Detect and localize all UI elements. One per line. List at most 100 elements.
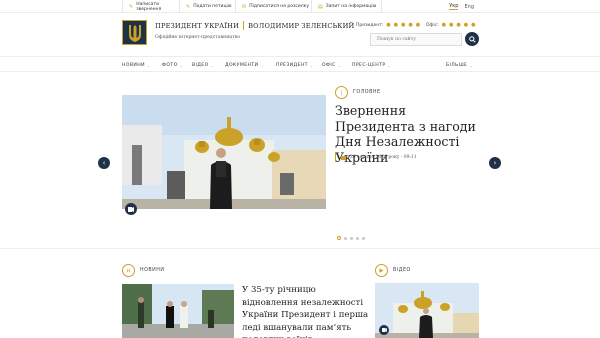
news-photo[interactable] [122,284,234,338]
video-icon: ▶ [379,267,384,274]
chevron-down-icon: ⌄ [387,62,392,68]
hero-date: 24 серпня 2026 року - 09:11 [341,155,417,160]
nav-press-center[interactable]: ПРЕС-ЦЕНТР ⌄ [352,57,391,73]
chevron-down-icon: ⌄ [210,62,215,68]
hero-video-badge[interactable] [125,203,137,215]
nav-office-label: ОФІС [322,62,336,68]
search-icon [468,35,476,43]
news-photo-scene [122,284,234,338]
hero-category-icon: ❘ [335,86,348,99]
chevron-down-icon: ⌄ [260,62,265,68]
info-request-link[interactable]: ▤ Запит на інформацію [312,0,382,13]
video-camera-icon [128,206,134,212]
nav-more-label: БІЛЬШЕ [446,62,468,68]
main-navigation: НОВИНИ ⌄ ФОТО ⌄ ВІДЕО ⌄ ДОКУМЕНТИ ⌄ ПРЕЗИДЕН… [0,56,600,72]
chevron-down-icon: ⌄ [146,62,151,68]
chevron-right-icon: › [493,159,497,167]
chevron-down-icon: ⌄ [469,62,474,68]
youtube-icon[interactable]: ● [408,22,412,28]
hero-photo[interactable] [122,95,326,209]
office-instagram-icon[interactable]: ● [456,22,460,28]
language-eng[interactable]: Eng [464,4,474,10]
video-camera-icon [381,328,387,332]
hero-date-text: 24 серпня 2026 року - 09:11 [350,155,417,160]
site-title[interactable]: ПРЕЗИДЕНТ УКРАЇНИ ВОЛОДИМИР ЗЕЛЕНСЬКИЙ [155,21,354,30]
submit-petition-label: Подати петицію [193,4,232,9]
nav-documents[interactable]: ДОКУМЕНТИ ⌄ [225,57,264,73]
nav-president[interactable]: ПРЕЗИДЕНТ ⌄ [276,57,314,73]
language-switcher: Укр Eng [449,0,474,13]
slider-dot-5[interactable] [362,236,365,240]
chevron-left-icon: ‹ [102,159,106,167]
subscribe-newsletter-label: Підписатися на розсилку [249,4,309,9]
office-telegram-icon[interactable]: ● [471,22,475,28]
video-section-label[interactable]: ВІДЕО [393,268,411,273]
slider-dot-3[interactable] [350,236,353,240]
facebook-icon[interactable]: ● [394,22,398,28]
chevron-down-icon: ⌄ [309,62,314,68]
slider-pagination [337,236,365,240]
info-request-label: Запит на інформацію [325,4,377,9]
video-thumbnail-scene [375,283,479,338]
top-utility-bar: ✎ Написати звернення ✎ Подати петицію ✉ … [0,0,600,13]
video-type-icon [341,155,346,160]
video-thumbnail[interactable] [375,283,479,338]
twitter-icon[interactable]: ● [386,22,390,28]
language-ukr[interactable]: Укр [449,3,459,10]
hero-category-label[interactable]: ГОЛОВНЕ [353,90,381,95]
news-section-label[interactable]: НОВИНИ [140,268,164,273]
slider-dot-4[interactable] [356,236,359,240]
nav-video-label: ВІДЕО [192,62,209,68]
office-facebook-icon[interactable]: ● [449,22,453,28]
search-placeholder: Пошук по сайту [377,37,416,42]
instagram-icon[interactable]: ● [401,22,405,28]
nav-president-label: ПРЕЗИДЕНТ [276,62,308,68]
site-title-president: ПРЕЗИДЕНТ УКРАЇНИ [155,21,240,30]
subscribe-newsletter-link[interactable]: ✉ Підписатися на розсилку [236,0,312,13]
write-appeal-label: Написати звернення [136,1,162,12]
nav-press-center-label: ПРЕС-ЦЕНТР [352,62,386,68]
office-youtube-icon[interactable]: ● [464,22,468,28]
slider-dot-2[interactable] [344,236,347,240]
nav-office[interactable]: ОФІС ⌄ [322,57,342,73]
news-icon: н [126,267,131,274]
section-divider [0,248,600,249]
nav-news[interactable]: НОВИНИ ⌄ [122,57,151,73]
coat-of-arms-logo[interactable] [122,20,147,45]
nav-video[interactable]: ВІДЕО ⌄ [192,57,214,73]
office-twitter-icon[interactable]: ● [442,22,446,28]
news-title[interactable]: У 35-ту річницю відновлення незалежності… [242,284,372,338]
document-icon: ▤ [318,3,323,10]
chevron-down-icon: ⌄ [337,62,342,68]
search-input[interactable]: Пошук по сайту [370,33,462,46]
site-subtitle: Офіційне інтернет-представництво [155,35,241,40]
petition-icon: ✎ [186,3,191,10]
submit-petition-link[interactable]: ✎ Подати петицію [180,0,236,13]
main-category-icon: ❘ [339,89,344,96]
slider-prev-button[interactable]: ‹ [98,157,110,169]
title-separator [243,21,245,30]
video-play-badge[interactable] [379,325,389,335]
office-social-label: Офіс: [426,22,439,28]
office-social-links: Офіс: ● ● ● ● ● [426,22,476,28]
president-social-links: Президент: ● ● ● ● ● [356,22,420,28]
trident-icon [128,24,141,42]
chevron-down-icon: ⌄ [179,62,184,68]
hero-photo-scene [122,95,326,209]
slider-dot-1[interactable] [337,236,341,240]
nav-documents-label: ДОКУМЕНТИ [225,62,259,68]
search-button[interactable] [465,32,479,46]
nav-news-label: НОВИНИ [122,62,145,68]
mail-icon: ✉ [242,3,247,10]
nav-photo-label: ФОТО [162,62,178,68]
hero-date-rule [335,152,336,162]
slider-next-button[interactable]: › [489,157,501,169]
video-category-icon: ▶ [375,264,388,277]
write-appeal-link[interactable]: ✎ Написати звернення [122,0,180,13]
telegram-icon[interactable]: ● [416,22,420,28]
site-title-name: ВОЛОДИМИР ЗЕЛЕНСЬКИЙ [248,21,355,30]
nav-photo[interactable]: ФОТО ⌄ [162,57,183,73]
nav-more[interactable]: БІЛЬШЕ ⌄ [446,57,473,73]
president-social-label: Президент: [356,22,384,28]
news-category-icon: н [122,264,135,277]
